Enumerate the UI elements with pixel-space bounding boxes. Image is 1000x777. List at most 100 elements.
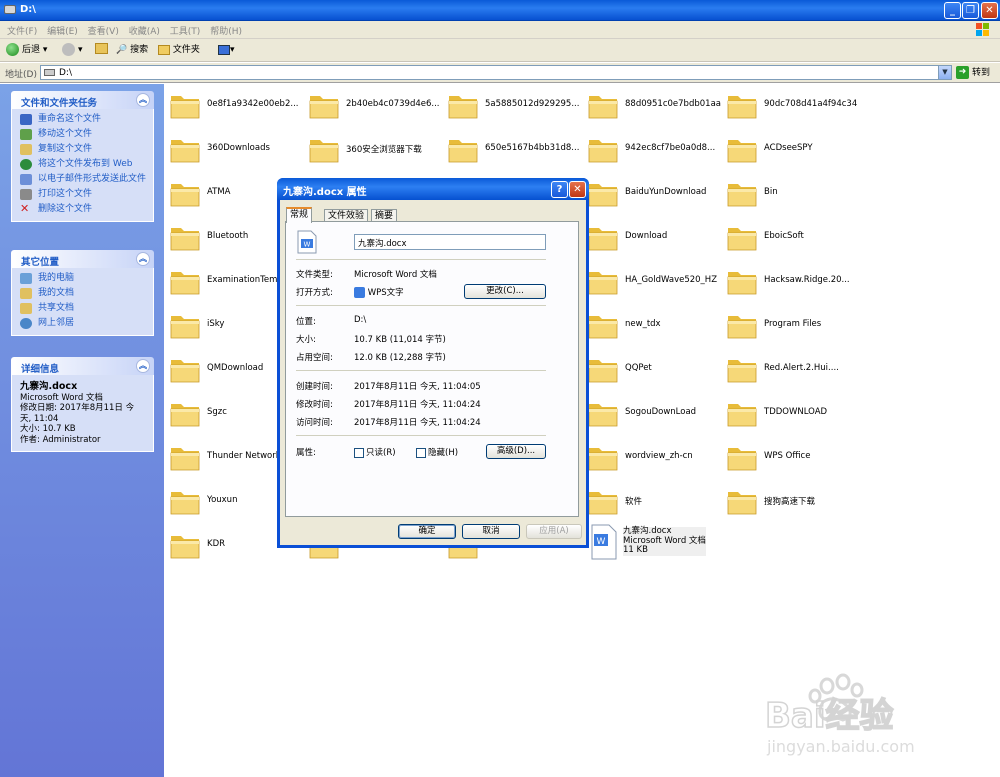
details-header[interactable]: 详细信息 ︽	[11, 357, 154, 375]
size-value: 10.7 KB (11,014 字节)	[354, 335, 446, 345]
place-shared-documents[interactable]: 共享文档	[20, 303, 147, 314]
collapse-chevron-icon[interactable]: ︽	[136, 359, 150, 373]
back-button[interactable]: 后退 ▾	[6, 43, 47, 58]
address-input[interactable]: D:\ ▼	[40, 65, 952, 80]
close-button[interactable]: ✕	[981, 2, 998, 19]
drive-icon	[44, 69, 55, 76]
menu-tools[interactable]: 工具(T)	[170, 24, 201, 37]
checkbox-box[interactable]	[416, 447, 426, 458]
folder-item[interactable]: TDDOWNLOAD	[727, 396, 865, 440]
folder-item[interactable]: EboicSoft	[727, 220, 865, 264]
task-pane: 文件和文件夹任务 ︽ 重命名这个文件 移动这个文件 复制这个文件 将这个文件发布到…	[0, 84, 164, 777]
folder-item[interactable]: 5a5885012d929295...	[448, 88, 586, 132]
file-tasks-header[interactable]: 文件和文件夹任务 ︽	[11, 91, 154, 109]
size-label: 大小:	[296, 335, 316, 345]
folder-item[interactable]: new_tdx	[588, 308, 726, 352]
menu-file[interactable]: 文件(F)	[7, 24, 37, 37]
menu-favorites[interactable]: 收藏(A)	[129, 24, 160, 37]
folder-item[interactable]: 360安全浏览器下载	[309, 132, 447, 176]
folder-item[interactable]: Bin	[727, 176, 865, 220]
views-button[interactable]: ▾	[218, 43, 235, 58]
task-print[interactable]: 打印这个文件	[20, 189, 147, 200]
folder-icon	[588, 354, 619, 384]
folder-item[interactable]: 360Downloads	[170, 132, 308, 176]
task-copy[interactable]: 复制这个文件	[20, 144, 147, 155]
folder-item[interactable]: 搜狗高速下载	[727, 484, 865, 528]
open-with-value: WPS文字	[367, 288, 404, 298]
task-rename[interactable]: 重命名这个文件	[20, 114, 147, 125]
menu-edit[interactable]: 编辑(E)	[47, 24, 78, 37]
folder-icon	[170, 222, 201, 252]
advanced-button[interactable]: 高级(D)...	[486, 444, 546, 459]
folder-item[interactable]: 942ec8cf7be0a0d8...	[588, 132, 726, 176]
task-move[interactable]: 移动这个文件	[20, 129, 147, 140]
watermark-text: Bai经验	[765, 696, 894, 736]
forward-button[interactable]: ▾	[62, 43, 83, 58]
ok-button[interactable]: 确定	[398, 524, 456, 539]
window-titlebar[interactable]: D:\ _ ❐ ✕	[0, 0, 1000, 21]
folder-item[interactable]: ACDseeSPY	[727, 132, 865, 176]
go-button[interactable]: ➜ 转到	[956, 65, 990, 79]
drive-icon	[4, 5, 16, 14]
place-label: 我的电脑	[38, 273, 75, 283]
folder-icon	[170, 310, 201, 340]
wps-icon	[354, 287, 365, 298]
forward-arrow-icon	[62, 43, 75, 56]
folder-item[interactable]: SogouDownLoad	[588, 396, 726, 440]
task-delete[interactable]: ✕ 删除这个文件	[20, 203, 147, 215]
tab-general[interactable]: 常规	[286, 207, 313, 223]
folder-item[interactable]: WPS Office	[727, 440, 865, 484]
folder-item[interactable]: Download	[588, 220, 726, 264]
maximize-button[interactable]: ❐	[962, 2, 979, 19]
cancel-button[interactable]: 取消	[462, 524, 520, 539]
change-button[interactable]: 更改(C)...	[464, 284, 546, 299]
task-email[interactable]: 以电子邮件形式发送此文件	[20, 174, 147, 185]
hidden-checkbox[interactable]: 隐藏(H)	[416, 446, 458, 458]
place-my-computer[interactable]: 我的电脑	[20, 273, 147, 284]
folder-item[interactable]: BaiduYunDownload	[588, 176, 726, 220]
folder-item[interactable]: 88d0951c0e7bdb01aa	[588, 88, 726, 132]
folder-item[interactable]: HA_GoldWave520_HZ	[588, 264, 726, 308]
accessed-value: 2017年8月11日 今天, 11:04:24	[354, 418, 481, 428]
folder-item[interactable]: Red.Alert.2.Hui....	[727, 352, 865, 396]
folder-item[interactable]: 90dc708d41a4f94c34	[727, 88, 865, 132]
folder-icon	[588, 134, 619, 164]
place-my-documents[interactable]: 我的文档	[20, 288, 147, 299]
folder-icon	[727, 486, 758, 516]
address-dropdown-icon[interactable]: ▼	[938, 66, 951, 79]
menu-help[interactable]: 帮助(H)	[210, 24, 242, 37]
checkbox-box[interactable]	[354, 447, 364, 458]
folder-icon	[588, 178, 619, 208]
folder-item[interactable]: 650e5167b4bb31d8...	[448, 132, 586, 176]
folder-icon	[588, 442, 619, 472]
task-publish-web[interactable]: 将这个文件发布到 Web	[20, 159, 147, 170]
email-icon	[20, 174, 32, 185]
collapse-chevron-icon[interactable]: ︽	[136, 252, 150, 266]
folder-item[interactable]: Hacksaw.Ridge.20...	[727, 264, 865, 308]
dialog-titlebar[interactable]: 九寨沟.docx 属性 ? ✕	[277, 178, 589, 200]
menu-view[interactable]: 查看(V)	[88, 24, 119, 37]
readonly-checkbox[interactable]: 只读(R)	[354, 446, 396, 458]
collapse-chevron-icon[interactable]: ︽	[136, 93, 150, 107]
up-button[interactable]	[95, 43, 108, 58]
other-places-header[interactable]: 其它位置 ︽	[11, 250, 154, 268]
folder-item[interactable]: QQPet	[588, 352, 726, 396]
globe-icon	[20, 159, 32, 170]
folder-item[interactable]: 0e8f1a9342e00eb2...	[170, 88, 308, 132]
minimize-button[interactable]: _	[944, 2, 961, 19]
folder-item[interactable]: wordview_zh-cn	[588, 440, 726, 484]
folder-item[interactable]: Program Files	[727, 308, 865, 352]
filename-field[interactable]: 九寨沟.docx	[354, 234, 546, 250]
folder-item[interactable]: 软件	[588, 484, 726, 528]
folder-icon	[170, 354, 201, 384]
details-panel: 详细信息 ︽ 九寨沟.docx Microsoft Word 文档 修改日期: 2…	[11, 357, 154, 452]
help-button[interactable]: ?	[551, 181, 568, 198]
folder-name: WPS Office	[764, 451, 811, 461]
apply-button[interactable]: 应用(A)	[526, 524, 582, 539]
search-button[interactable]: 🔎 搜索	[116, 43, 148, 58]
folder-item[interactable]: 2b40eb4c0739d4e6...	[309, 88, 447, 132]
selected-file-item[interactable]: W 九寨沟.docx Microsoft Word 文档 11 KB	[588, 524, 726, 568]
place-network[interactable]: 网上邻居	[20, 318, 147, 329]
folders-button[interactable]: 文件夹	[158, 43, 200, 58]
dialog-close-button[interactable]: ✕	[569, 181, 586, 198]
